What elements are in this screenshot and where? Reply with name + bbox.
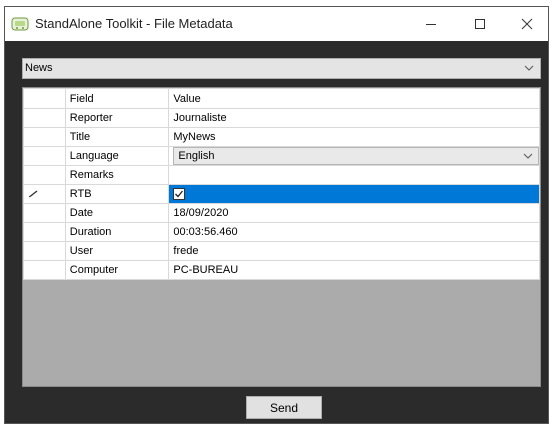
table-row[interactable]: Date 18/09/2020 <box>23 203 540 223</box>
row-header[interactable] <box>23 108 66 128</box>
value-cell[interactable] <box>168 165 540 185</box>
row-header[interactable] <box>23 260 66 280</box>
value-cell[interactable]: PC-BUREAU <box>168 260 540 280</box>
field-cell: Reporter <box>64 108 170 128</box>
value-cell[interactable]: 00:03:56.460 <box>168 222 540 242</box>
app-window: StandAlone Toolkit - File Metadata News … <box>4 6 549 424</box>
minimize-icon <box>426 24 436 25</box>
value-cell-selected[interactable] <box>168 184 540 204</box>
table-row[interactable]: Duration 00:03:56.460 <box>23 222 540 242</box>
row-header[interactable] <box>23 203 66 223</box>
window-title: StandAlone Toolkit - File Metadata <box>35 16 233 31</box>
maximize-button[interactable] <box>457 7 503 41</box>
template-select[interactable]: News <box>22 58 541 79</box>
table-row[interactable]: Reporter Journaliste <box>23 108 540 128</box>
app-icon <box>11 17 29 31</box>
title-bar[interactable]: StandAlone Toolkit - File Metadata <box>5 7 548 41</box>
field-cell: User <box>64 241 170 261</box>
row-header[interactable] <box>23 241 66 261</box>
table-row[interactable]: Title MyNews <box>23 127 540 147</box>
maximize-icon <box>475 19 485 29</box>
pencil-icon <box>28 189 38 197</box>
language-select-value: English <box>178 150 215 162</box>
row-header[interactable] <box>23 165 66 185</box>
value-cell[interactable]: MyNews <box>168 127 540 147</box>
field-cell: Title <box>64 127 170 147</box>
table-row[interactable]: Remarks <box>23 165 540 185</box>
row-header-editing[interactable] <box>23 184 66 204</box>
table-header-row: Field Value <box>23 88 540 109</box>
field-cell: Remarks <box>64 165 170 185</box>
minimize-button[interactable] <box>408 7 454 41</box>
language-select[interactable]: English <box>173 147 539 165</box>
field-cell: Duration <box>64 222 170 242</box>
value-cell[interactable]: frede <box>168 241 540 261</box>
template-select-value: News <box>25 62 53 74</box>
field-cell: RTB <box>64 184 170 204</box>
table-row[interactable]: User frede <box>23 241 540 261</box>
field-cell: Computer <box>64 260 170 280</box>
metadata-table: Field Value Reporter Journaliste Title M… <box>23 88 540 280</box>
checkmark-icon <box>175 190 184 198</box>
column-header-value[interactable]: Value <box>168 88 540 109</box>
chevron-down-icon <box>523 153 533 159</box>
close-icon <box>521 18 533 30</box>
column-header-field[interactable]: Field <box>64 88 170 109</box>
field-cell: Date <box>64 203 170 223</box>
row-header[interactable] <box>23 146 66 166</box>
field-cell: Language <box>64 146 170 166</box>
chevron-down-icon <box>524 65 534 71</box>
language-select-cell[interactable]: English <box>168 146 540 166</box>
corner-header <box>23 88 66 109</box>
send-button[interactable]: Send <box>246 396 322 419</box>
value-cell[interactable]: Journaliste <box>168 108 540 128</box>
value-cell[interactable]: 18/09/2020 <box>168 203 540 223</box>
close-button[interactable] <box>504 7 550 41</box>
row-header[interactable] <box>23 222 66 242</box>
rtb-checkbox[interactable] <box>173 188 186 201</box>
metadata-grid: Field Value Reporter Journaliste Title M… <box>22 87 541 387</box>
table-row-editing[interactable]: RTB <box>23 184 540 204</box>
table-row[interactable]: Computer PC-BUREAU <box>23 260 540 280</box>
table-row[interactable]: Language English <box>23 146 540 166</box>
row-header[interactable] <box>23 127 66 147</box>
